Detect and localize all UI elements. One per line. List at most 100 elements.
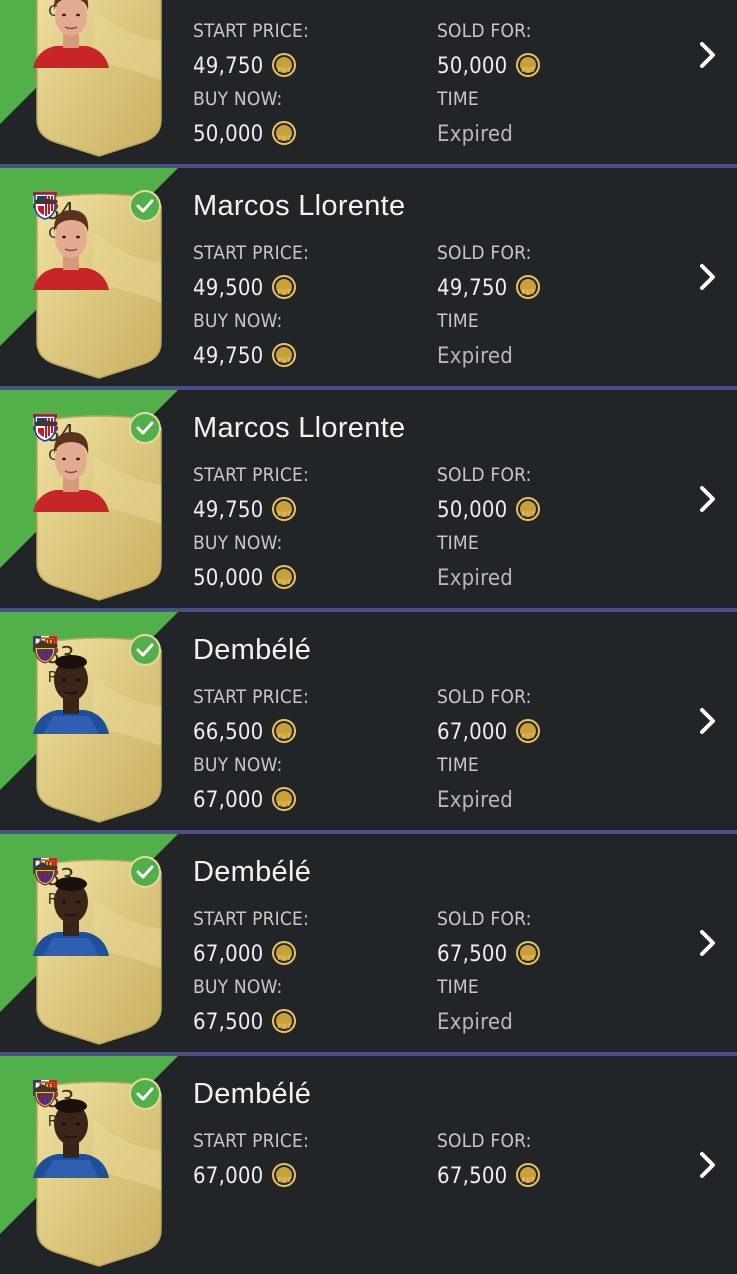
coin-icon: FUT <box>516 275 541 299</box>
sold-for-label: SOLD FOR: <box>437 242 532 264</box>
coin-icon: FUT <box>516 941 541 965</box>
player-card[interactable]: 83 RW <box>33 858 165 1046</box>
sold-for-value: 50,000 FUT <box>437 53 541 79</box>
player-portrait <box>33 0 109 68</box>
time-label: TIME <box>437 310 479 332</box>
coin-icon: FUT <box>516 719 541 743</box>
boot-icon <box>34 640 58 648</box>
time-value: Expired <box>437 566 514 591</box>
buy-now-label: BUY NOW: <box>193 976 283 998</box>
time-label: TIME <box>437 532 479 554</box>
start-price-label: START PRICE: <box>193 242 309 264</box>
buy-now-value: 67,500 FUT <box>193 1009 297 1035</box>
player-card[interactable]: 84 CM <box>33 192 165 380</box>
sold-check-icon <box>131 192 159 220</box>
coin-icon: FUT <box>516 1163 541 1187</box>
player-card[interactable]: 83 RW <box>33 636 165 824</box>
boot-icon <box>34 196 58 204</box>
player-name: Dembélé <box>193 1078 312 1110</box>
coin-icon: FUT <box>272 1163 297 1187</box>
buy-now-label: BUY NOW: <box>193 88 283 110</box>
start-price-value: 67,000 FUT <box>193 941 297 967</box>
start-price-label: START PRICE: <box>193 908 309 930</box>
sold-for-value: 67,000 FUT <box>437 719 541 745</box>
coin-icon: FUT <box>272 941 297 965</box>
buy-now-label: BUY NOW: <box>193 532 283 554</box>
player-name: Dembélé <box>193 634 312 666</box>
player-portrait <box>33 1099 109 1178</box>
player-portrait <box>33 210 109 290</box>
sold-for-label: SOLD FOR: <box>437 20 532 42</box>
chevron-right-icon[interactable] <box>697 1151 719 1179</box>
time-value: Expired <box>437 344 514 369</box>
player-portrait <box>33 432 109 512</box>
coin-icon: FUT <box>272 1009 297 1033</box>
buy-now-label: BUY NOW: <box>193 310 283 332</box>
player-portrait <box>33 877 109 956</box>
start-price-label: START PRICE: <box>193 1130 309 1152</box>
chevron-right-icon[interactable] <box>697 41 719 69</box>
sold-check-icon <box>131 414 159 442</box>
coin-icon: FUT <box>272 497 297 521</box>
transfer-list-item[interactable]: 84 CM Marcos Llorente START PRICE: 49,75… <box>0 390 737 608</box>
buy-now-label: BUY NOW: <box>193 754 283 776</box>
sold-for-value: 67,500 FUT <box>437 1163 541 1189</box>
chevron-right-icon[interactable] <box>697 263 719 291</box>
player-name: Marcos Llorente <box>193 0 405 1</box>
boot-icon <box>34 862 58 870</box>
coin-icon: FUT <box>272 565 297 589</box>
start-price-value: 49,500 FUT <box>193 275 297 301</box>
coin-icon: FUT <box>516 497 541 521</box>
start-price-label: START PRICE: <box>193 464 309 486</box>
sold-for-value: 49,750 FUT <box>437 275 541 301</box>
start-price-value: 67,000 FUT <box>193 1163 297 1189</box>
sold-check-icon <box>131 858 159 886</box>
chevron-right-icon[interactable] <box>697 929 719 957</box>
sold-for-label: SOLD FOR: <box>437 908 532 930</box>
coin-icon: FUT <box>272 53 297 77</box>
player-card[interactable]: 84 CM <box>33 414 165 602</box>
chevron-right-icon[interactable] <box>697 707 719 735</box>
buy-now-value: 67,000 FUT <box>193 787 297 813</box>
start-price-value: 49,750 FUT <box>193 53 297 79</box>
player-name: Dembélé <box>193 856 312 888</box>
coin-icon: FUT <box>516 53 541 77</box>
boot-icon <box>34 1084 58 1092</box>
transfer-list-item[interactable]: 83 RW Dembélé START PRICE: 67,000FUT BUY… <box>0 834 737 1052</box>
player-card[interactable]: 84 CM <box>33 0 165 158</box>
start-price-value: 49,750 FUT <box>193 497 297 523</box>
sold-for-label: SOLD FOR: <box>437 686 532 708</box>
boot-icon <box>34 418 58 426</box>
start-price-label: START PRICE: <box>193 20 309 42</box>
chevron-right-icon[interactable] <box>697 485 719 513</box>
sold-for-label: SOLD FOR: <box>437 1130 532 1152</box>
sold-for-label: SOLD FOR: <box>437 464 532 486</box>
coin-icon: FUT <box>272 787 297 811</box>
coin-icon: FUT <box>272 121 297 145</box>
sold-check-icon <box>131 1080 159 1108</box>
transfer-list-item[interactable]: 84 CM Marcos Llorente START PRICE: 49,75… <box>0 0 737 164</box>
start-price-value: 66,500 FUT <box>193 719 297 745</box>
coin-icon: FUT <box>272 343 297 367</box>
transfer-list-item[interactable]: 83 RW Dembélé START PRICE: 66,500FUT BUY… <box>0 612 737 830</box>
sold-check-icon <box>131 636 159 664</box>
time-label: TIME <box>437 754 479 776</box>
buy-now-value: 50,000 FUT <box>193 565 297 591</box>
coin-icon: FUT <box>272 719 297 743</box>
player-portrait <box>33 655 109 734</box>
time-label: TIME <box>437 976 479 998</box>
time-value: Expired <box>437 1010 514 1035</box>
start-price-label: START PRICE: <box>193 686 309 708</box>
time-value: Expired <box>437 122 514 147</box>
player-name: Marcos Llorente <box>193 190 406 222</box>
player-name: Marcos Llorente <box>193 412 406 444</box>
buy-now-value: 50,000 FUT <box>193 121 297 147</box>
sold-for-value: 67,500 FUT <box>437 941 541 967</box>
transfer-list-item[interactable]: 83 RW Dembélé START PRICE: 67,000FUT SOL… <box>0 1056 737 1274</box>
player-card[interactable]: 83 RW <box>33 1080 165 1268</box>
transfer-list-item[interactable]: 84 CM Marcos Llorente START PRICE: 49,50… <box>0 168 737 386</box>
coin-icon: FUT <box>272 275 297 299</box>
time-value: Expired <box>437 788 514 813</box>
sold-for-value: 50,000 FUT <box>437 497 541 523</box>
time-label: TIME <box>437 88 479 110</box>
